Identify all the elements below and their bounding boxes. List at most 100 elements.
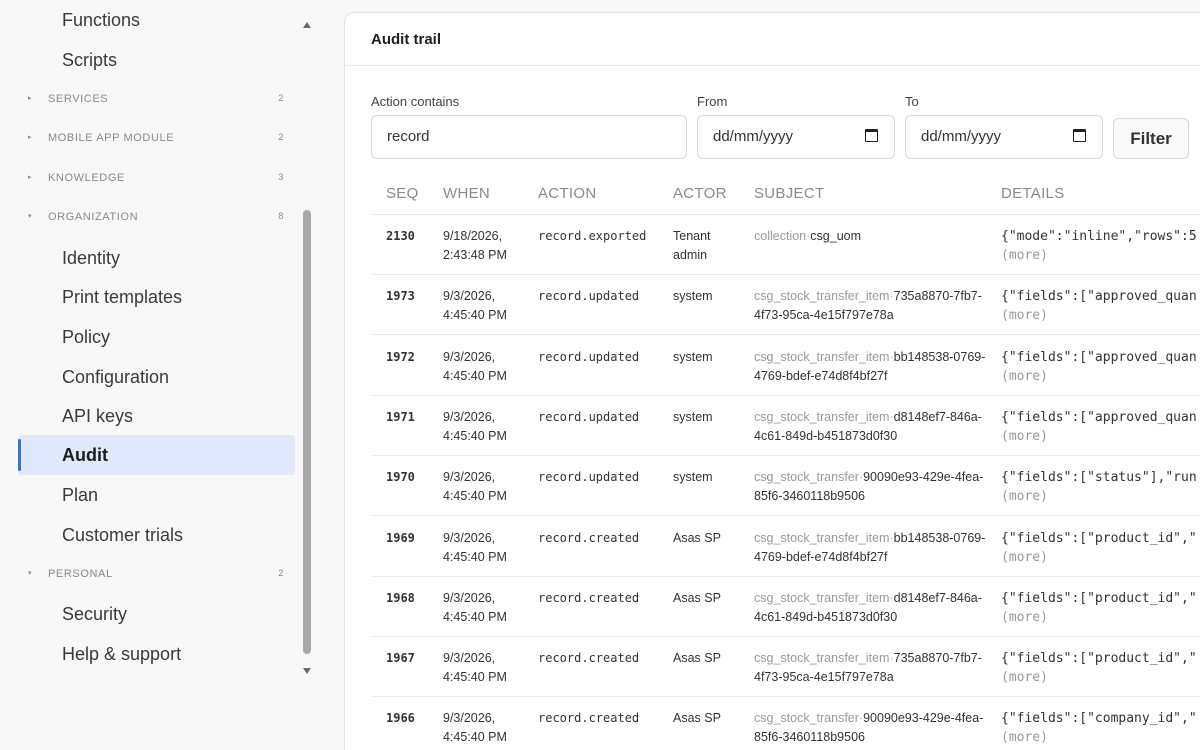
section-personal[interactable]: ▾ PERSONAL 2 xyxy=(28,564,290,584)
section-knowledge[interactable]: ▸ KNOWLEDGE 3 xyxy=(28,168,290,188)
filter-button[interactable]: Filter xyxy=(1113,118,1189,159)
subject-cell[interactable]: csg_stock_transfer_item·735a8870-7fb7-4f… xyxy=(754,649,994,687)
sidebar-item-security[interactable]: Security xyxy=(18,594,295,634)
section-organization[interactable]: ▾ ORGANIZATION 8 xyxy=(28,207,290,227)
seq-cell: 2130 xyxy=(386,229,415,243)
when-cell: 9/3/2026, 4:45:40 PM xyxy=(443,470,507,504)
actor-cell: Asas SP xyxy=(673,651,721,666)
column-header-action: ACTION xyxy=(538,185,597,202)
more-link[interactable]: (more) xyxy=(1001,248,1048,263)
action-contains-value: record xyxy=(387,128,430,145)
sidebar-item-identity[interactable]: Identity xyxy=(18,238,295,278)
actor-cell: system xyxy=(673,349,713,364)
section-mobile-app-module[interactable]: ▸ MOBILE APP MODULE 2 xyxy=(28,128,290,148)
sidebar-item-scripts[interactable]: Scripts xyxy=(18,40,295,80)
seq-cell: 1966 xyxy=(386,711,415,726)
subject-collection: csg_stock_transfer_item xyxy=(754,409,890,424)
table-row[interactable]: 1969 9/3/2026, 4:45:40 PM record.created As… xyxy=(371,517,1200,577)
panel-header: Audit trail xyxy=(345,13,1200,66)
from-date-input[interactable]: dd/mm/yyyy xyxy=(697,115,895,159)
subject-collection: csg_stock_transfer xyxy=(754,711,859,726)
calendar-icon[interactable] xyxy=(865,129,878,142)
scrollbar-thumb[interactable] xyxy=(303,210,311,654)
more-link[interactable]: (more) xyxy=(1001,670,1048,685)
when-cell: 9/18/2026, 2:43:48 PM xyxy=(443,229,507,262)
from-label: From xyxy=(697,94,728,109)
table-row[interactable]: 1972 9/3/2026, 4:45:40 PM record.updated sy… xyxy=(371,336,1200,396)
subject-cell[interactable]: csg_stock_transfer_item·d8148ef7-846a-4c… xyxy=(754,408,994,446)
sidebar-item-api-keys[interactable]: API keys xyxy=(18,396,295,436)
subject-cell[interactable]: csg_stock_transfer_item·bb148538-0769-47… xyxy=(754,529,994,567)
subject-cell[interactable]: collection·csg_uom xyxy=(754,227,994,246)
section-count: 2 xyxy=(278,93,284,103)
from-date-placeholder: dd/mm/yyyy xyxy=(713,128,794,145)
subject-cell[interactable]: csg_stock_transfer·90090e93-429e-4fea-85… xyxy=(754,709,994,747)
table-row[interactable]: 1973 9/3/2026, 4:45:40 PM record.updated sy… xyxy=(371,275,1200,336)
more-link[interactable]: (more) xyxy=(1001,730,1048,745)
sidebar-item-print-templates[interactable]: Print templates xyxy=(18,277,295,317)
details-json: {"fields":["approved_quan xyxy=(1001,289,1197,305)
details-cell: {"fields":["approved_quan (more) xyxy=(1001,287,1200,325)
section-services[interactable]: ▸ SERVICES 2 xyxy=(28,89,290,109)
more-link[interactable]: (more) xyxy=(1001,429,1048,444)
action-cell: record.exported xyxy=(538,229,647,243)
details-cell: {"fields":["company_id"," (more) xyxy=(1001,709,1200,747)
subject-cell[interactable]: csg_stock_transfer_item·d8148ef7-846a-4c… xyxy=(754,589,994,627)
details-cell: {"fields":["approved_quan (more) xyxy=(1001,408,1200,446)
action-cell: record.updated xyxy=(538,470,640,485)
caret-right-icon: ▸ xyxy=(28,95,33,102)
table-row[interactable]: 2130 9/18/2026, 2:43:48 PM record.exported… xyxy=(371,215,1200,275)
scroll-up-arrow-icon[interactable] xyxy=(303,22,311,28)
sidebar-item-audit[interactable]: Audit xyxy=(18,435,295,475)
sidebar-item-plan[interactable]: Plan xyxy=(18,475,295,515)
details-json: {"fields":["status"],"run xyxy=(1001,470,1197,486)
section-label: SERVICES xyxy=(48,93,109,105)
sidebar-item-policy[interactable]: Policy xyxy=(18,317,295,357)
actor-cell: Tenant admin xyxy=(673,229,711,262)
when-cell: 9/3/2026, 4:45:40 PM xyxy=(443,651,507,685)
details-json: {"fields":["approved_quan xyxy=(1001,349,1197,365)
column-header-actor: ACTOR xyxy=(673,185,727,202)
subject-collection: csg_stock_transfer_item xyxy=(754,651,890,666)
more-link[interactable]: (more) xyxy=(1001,550,1048,565)
sidebar-item-functions[interactable]: Functions xyxy=(18,0,295,40)
details-cell: {"fields":["product_id"," (more) xyxy=(1001,529,1200,567)
subject-cell[interactable]: csg_stock_transfer_item·bb148538-0769-47… xyxy=(754,348,994,386)
sidebar-scrollbar[interactable] xyxy=(300,14,314,674)
seq-cell: 1971 xyxy=(386,409,415,424)
seq-cell: 1970 xyxy=(386,470,415,485)
subject-cell[interactable]: csg_stock_transfer·90090e93-429e-4fea-85… xyxy=(754,468,994,506)
action-contains-label: Action contains xyxy=(371,94,460,109)
sidebar-item-help-support[interactable]: Help & support xyxy=(18,634,295,674)
subject-cell[interactable]: csg_stock_transfer_item·735a8870-7fb7-4f… xyxy=(754,287,994,325)
section-count: 8 xyxy=(278,211,284,221)
subject-collection: csg_stock_transfer xyxy=(754,470,859,485)
sidebar-item-configuration[interactable]: Configuration xyxy=(18,357,295,397)
action-contains-input[interactable]: record xyxy=(371,115,687,159)
when-cell: 9/3/2026, 4:45:40 PM xyxy=(443,349,507,383)
seq-cell: 1972 xyxy=(386,349,415,364)
action-cell: record.created xyxy=(538,530,640,545)
more-link[interactable]: (more) xyxy=(1001,369,1048,384)
table-row[interactable]: 1971 9/3/2026, 4:45:40 PM record.updated sy… xyxy=(371,396,1200,456)
details-json: {"fields":["product_id"," xyxy=(1001,590,1197,606)
details-cell: {"mode":"inline","rows":5 (more) xyxy=(1001,227,1200,265)
section-count: 2 xyxy=(278,568,284,578)
sidebar-item-customer-trials[interactable]: Customer trials xyxy=(18,515,295,555)
table-row[interactable]: 1966 9/3/2026, 4:45:40 PM record.created As… xyxy=(371,697,1200,750)
scroll-down-arrow-icon[interactable] xyxy=(303,668,311,674)
to-date-input[interactable]: dd/mm/yyyy xyxy=(905,115,1103,159)
section-count: 2 xyxy=(278,132,284,142)
audit-trail-panel: Audit trail Action contains record From … xyxy=(344,12,1200,750)
when-cell: 9/3/2026, 4:45:40 PM xyxy=(443,590,507,624)
actor-cell: system xyxy=(673,409,713,424)
more-link[interactable]: (more) xyxy=(1001,308,1048,323)
table-row[interactable]: 1968 9/3/2026, 4:45:40 PM record.created As… xyxy=(371,577,1200,637)
calendar-icon[interactable] xyxy=(1073,129,1086,142)
table-row[interactable]: 1967 9/3/2026, 4:45:40 PM record.created As… xyxy=(371,637,1200,698)
more-link[interactable]: (more) xyxy=(1001,610,1048,625)
table-row[interactable]: 1970 9/3/2026, 4:45:40 PM record.updated sy… xyxy=(371,456,1200,517)
when-cell: 9/3/2026, 4:45:40 PM xyxy=(443,289,507,323)
more-link[interactable]: (more) xyxy=(1001,489,1048,504)
subject-collection: csg_stock_transfer_item xyxy=(754,590,890,605)
